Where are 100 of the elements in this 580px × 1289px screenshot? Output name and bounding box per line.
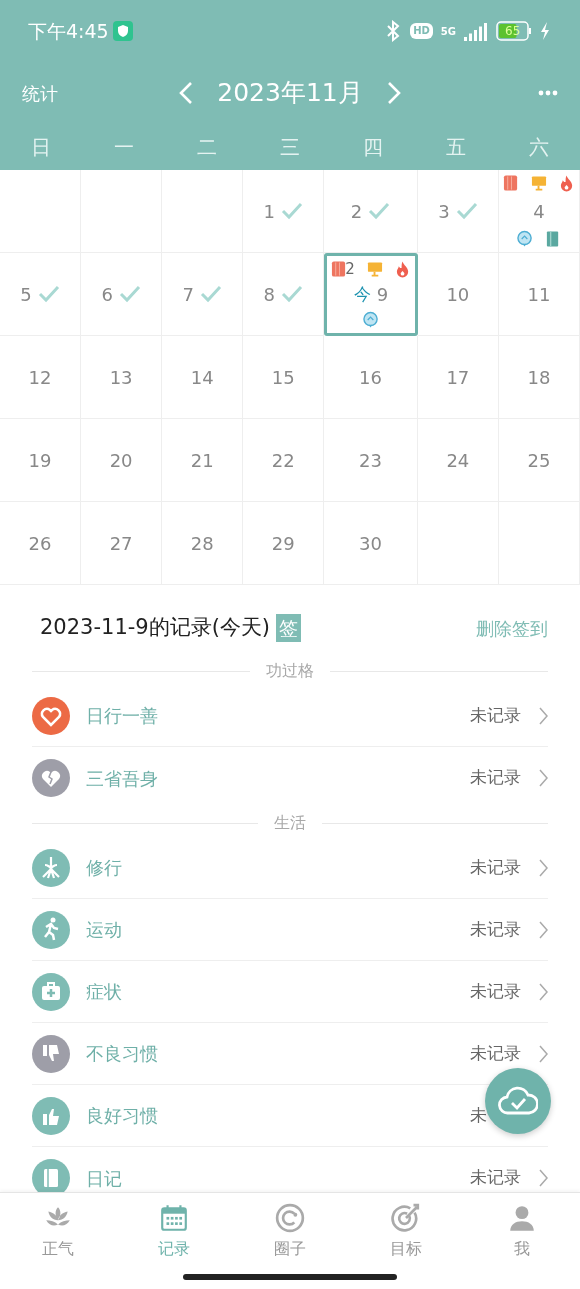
calendar-day[interactable]: 6 bbox=[81, 253, 163, 336]
calendar-day[interactable]: 7 bbox=[162, 253, 244, 336]
thumbs-down-icon bbox=[32, 1034, 70, 1073]
calendar-day[interactable]: 30 bbox=[324, 502, 418, 585]
nav-tab[interactable]: 目标 bbox=[348, 1193, 464, 1261]
calendar-day[interactable]: 8 bbox=[243, 253, 325, 336]
nav-tab[interactable]: 记录 bbox=[116, 1193, 232, 1261]
monitor-icon bbox=[530, 174, 547, 192]
status-text[interactable]: 未记录 bbox=[470, 1167, 521, 1188]
day-number: 27 bbox=[109, 531, 133, 556]
status-text[interactable]: 未记录 bbox=[470, 856, 521, 877]
delete-checkin-link[interactable]: 删除签到 bbox=[476, 614, 548, 642]
calendar-day[interactable]: 25 bbox=[498, 419, 580, 502]
row-label: 三省吾身 bbox=[86, 766, 158, 791]
status-text[interactable]: 未记录 bbox=[470, 767, 521, 788]
stats-link[interactable]: 统计 bbox=[22, 79, 172, 107]
calendar-day[interactable]: 29 bbox=[243, 502, 325, 585]
calendar-day[interactable]: 22 bbox=[243, 419, 325, 502]
calendar-day[interactable]: 5 bbox=[0, 253, 82, 336]
day-number: 15 bbox=[271, 365, 295, 390]
calendar-day[interactable]: 26 bbox=[0, 502, 82, 585]
flame-icon bbox=[558, 174, 575, 192]
speech-bubble-icon bbox=[516, 230, 533, 248]
row-label: 日记 bbox=[86, 1166, 122, 1191]
person-icon bbox=[507, 1203, 537, 1233]
weekday-label: 一 bbox=[114, 135, 135, 159]
row-label: 良好习惯 bbox=[86, 1104, 158, 1128]
nav-tab[interactable]: 我 bbox=[464, 1193, 580, 1261]
row-label: 修行 bbox=[86, 856, 122, 880]
book-icon bbox=[331, 260, 348, 278]
charging-icon bbox=[540, 22, 550, 40]
day-number: 23 bbox=[359, 448, 382, 473]
weekday-label: 六 bbox=[528, 135, 549, 159]
signal-icon bbox=[464, 21, 488, 41]
more-icon[interactable] bbox=[538, 90, 558, 96]
sign-badge: 签 bbox=[276, 613, 302, 643]
calendar-day[interactable]: 2 今 9 bbox=[324, 253, 418, 336]
status-text[interactable]: 未记录 bbox=[470, 704, 521, 725]
day-number: 24 bbox=[446, 448, 470, 473]
day-number: 14 bbox=[190, 365, 214, 390]
day-number: 4 bbox=[533, 199, 545, 224]
section-label: 功过格 bbox=[266, 660, 314, 682]
day-number: 19 bbox=[28, 448, 52, 473]
calendar-icon bbox=[159, 1203, 189, 1233]
calendar-day[interactable]: 3 bbox=[417, 170, 499, 253]
day-number: 25 bbox=[527, 448, 551, 473]
calendar-day[interactable]: 15 bbox=[243, 336, 325, 419]
month-title: 2023年11月 bbox=[217, 77, 363, 110]
day-number: 12 bbox=[28, 365, 52, 390]
monitor-icon bbox=[366, 260, 383, 278]
status-time: 下午4:45 bbox=[28, 18, 109, 44]
thumbs-up-icon bbox=[32, 1096, 70, 1135]
calendar-day[interactable]: 11 bbox=[498, 253, 580, 336]
record-title: 2023-11-9的记录(今天) bbox=[40, 614, 271, 642]
day-number: 22 bbox=[271, 448, 295, 473]
circle-icon bbox=[275, 1203, 305, 1233]
calendar-day[interactable]: 17 bbox=[417, 336, 499, 419]
calendar-day[interactable]: 4 bbox=[498, 170, 580, 253]
day-number: 3 bbox=[438, 199, 450, 224]
day-number: 20 bbox=[109, 448, 133, 473]
calendar-day[interactable]: 2 bbox=[324, 170, 418, 253]
status-text[interactable]: 未记录 bbox=[470, 1042, 521, 1063]
weekday-label: 二 bbox=[197, 135, 218, 159]
calendar-day[interactable]: 1 bbox=[243, 170, 325, 253]
calendar-day[interactable]: 19 bbox=[0, 419, 82, 502]
nav-tab[interactable]: 圈子 bbox=[232, 1193, 348, 1261]
day-number: 13 bbox=[109, 365, 133, 390]
calendar-day[interactable]: 23 bbox=[324, 419, 418, 502]
calendar-day[interactable]: 12 bbox=[0, 336, 82, 419]
calendar-day[interactable]: 28 bbox=[162, 502, 244, 585]
status-text[interactable]: 未记录 bbox=[470, 918, 521, 939]
calendar-day[interactable]: 10 bbox=[417, 253, 499, 336]
weekday-label: 三 bbox=[280, 135, 300, 159]
day-number: 9 bbox=[376, 283, 389, 307]
today-label: 今 bbox=[353, 282, 371, 306]
day-number: 21 bbox=[190, 448, 214, 473]
status-text[interactable]: 未记录 bbox=[470, 980, 521, 1001]
cloud-sync-button[interactable] bbox=[485, 1068, 551, 1134]
day-number: 28 bbox=[190, 531, 214, 556]
medical-kit-icon bbox=[32, 972, 70, 1011]
status-text[interactable]: 未 bbox=[470, 1104, 487, 1125]
day-number: 17 bbox=[446, 365, 470, 390]
day-number: 7 bbox=[182, 282, 194, 307]
nav-tab[interactable]: 正气 bbox=[0, 1193, 116, 1261]
day-number: 10 bbox=[446, 282, 470, 307]
row-label: 运动 bbox=[86, 918, 122, 942]
calendar-day[interactable]: 16 bbox=[324, 336, 418, 419]
calendar-day[interactable]: 21 bbox=[162, 419, 244, 502]
chevron-right-icon[interactable] bbox=[386, 81, 401, 105]
section-label: 生活 bbox=[274, 812, 306, 834]
calendar-day[interactable]: 20 bbox=[81, 419, 163, 502]
notebook-icon bbox=[544, 230, 561, 248]
calendar-day[interactable]: 27 bbox=[81, 502, 163, 585]
row-label: 日行一善 bbox=[86, 704, 158, 728]
day-number: 29 bbox=[271, 531, 295, 556]
calendar-day[interactable]: 24 bbox=[417, 419, 499, 502]
calendar-day[interactable]: 18 bbox=[498, 336, 580, 419]
chevron-left-icon[interactable] bbox=[179, 81, 194, 105]
calendar-day[interactable]: 13 bbox=[81, 336, 163, 419]
calendar-day[interactable]: 14 bbox=[162, 336, 244, 419]
